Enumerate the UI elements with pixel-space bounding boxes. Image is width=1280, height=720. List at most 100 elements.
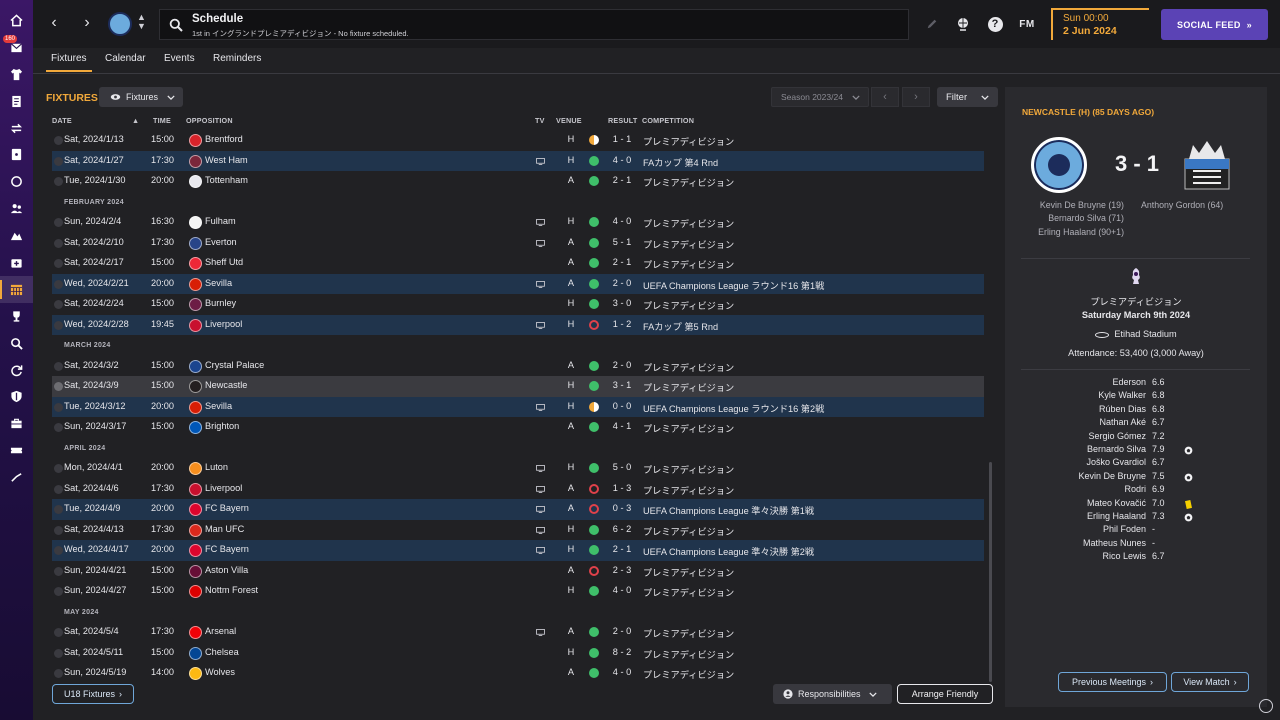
player-name[interactable]: Rúben Dias [1005, 404, 1146, 414]
fixture-row[interactable]: Sat, 2024/2/24 15:00 Burnley H 3 - 0 プレミアディビジ… [52, 294, 984, 315]
tactics-board-icon[interactable] [0, 141, 33, 168]
responsibilities-button[interactable]: Responsibilities [773, 684, 892, 704]
player-name[interactable]: Nathan Aké [1005, 417, 1146, 427]
player-name[interactable]: Kyle Walker [1005, 390, 1146, 400]
status-dot-icon[interactable] [54, 259, 63, 268]
fixture-competition[interactable]: プレミアディビジョン [643, 483, 734, 497]
club-switch-icon[interactable]: ▲ ▼ [137, 13, 146, 31]
fixture-score[interactable]: 2 - 0 [607, 626, 637, 636]
fixture-competition[interactable]: プレミアディビジョン [643, 380, 734, 394]
tab-calendar[interactable]: Calendar [105, 53, 146, 64]
opposition-link[interactable]: Tottenham [205, 175, 248, 185]
fixture-score[interactable]: 0 - 0 [607, 401, 637, 411]
fixture-competition[interactable]: UEFA Champions League 準々決勝 第1戦 [643, 503, 814, 517]
fixture-row[interactable]: Sat, 2024/4/13 17:30 Man UFC H 6 - 2 プレミアディビジ… [52, 520, 984, 541]
player-name[interactable]: Bernardo Silva [1005, 444, 1146, 454]
view-match-button[interactable]: View Match › [1171, 672, 1249, 692]
sort-arrow-icon[interactable]: ▲ [132, 116, 139, 125]
rating-row[interactable]: Rodri 6.9 [1005, 484, 1267, 497]
player-name[interactable]: Erling Haaland [1005, 511, 1146, 521]
fixture-score[interactable]: 8 - 2 [607, 647, 637, 657]
opposition-link[interactable]: Sevilla [205, 401, 232, 411]
community-icon[interactable] [954, 15, 972, 33]
fixture-row[interactable]: Wed, 2024/2/21 20:00 Sevilla A 2 - 0 UEFA Cha… [52, 273, 984, 294]
rating-row[interactable]: Sergio Gómez 7.2 [1005, 431, 1267, 444]
fm-logo-icon[interactable]: FM [1018, 15, 1036, 33]
refresh-icon[interactable] [0, 357, 33, 384]
fixture-score[interactable]: 2 - 0 [607, 278, 637, 288]
col-competition[interactable]: COMPETITION [642, 116, 694, 125]
col-time[interactable]: TIME [153, 116, 171, 125]
fixture-competition[interactable]: プレミアディビジョン [643, 298, 734, 312]
opposition-link[interactable]: FC Bayern [205, 503, 249, 513]
fixture-score[interactable]: 5 - 0 [607, 462, 637, 472]
opposition-link[interactable]: Newcastle [205, 380, 247, 390]
fixture-score[interactable]: 2 - 1 [607, 544, 637, 554]
col-date[interactable]: DATE [52, 116, 72, 125]
schedule-calendar-icon[interactable] [0, 275, 33, 303]
season-select[interactable]: Season 2023/24 [771, 87, 869, 107]
opposition-link[interactable]: Arsenal [205, 626, 236, 636]
arrange-friendly-button[interactable]: Arrange Friendly [897, 684, 993, 704]
fixture-competition[interactable]: プレミアディビジョン [643, 565, 734, 579]
opposition-link[interactable]: Aston Villa [205, 565, 248, 575]
rating-row[interactable]: Phil Foden - [1005, 524, 1267, 537]
opposition-link[interactable]: West Ham [205, 155, 248, 165]
rating-row[interactable]: Kevin De Bruyne 7.5 [1005, 471, 1267, 484]
scrollbar[interactable] [989, 462, 992, 682]
status-dot-icon[interactable] [54, 484, 63, 494]
status-dot-icon[interactable] [54, 648, 63, 658]
social-feed-button[interactable]: SOCIAL FEED » [1161, 9, 1268, 40]
player-name[interactable]: Joško Gvardiol [1005, 457, 1146, 467]
opposition-link[interactable]: Wolves [205, 667, 235, 677]
fixture-row[interactable]: Sun, 2024/4/27 15:00 Nottm Forest H 4 - 0 プレミ… [52, 581, 984, 602]
player-name[interactable]: Mateo Kovačić [1005, 498, 1146, 508]
rating-row[interactable]: Mateo Kovačić 7.0 [1005, 498, 1267, 511]
player-name[interactable]: Phil Foden [1005, 524, 1146, 534]
status-dot-icon[interactable] [54, 505, 63, 514]
fixture-score[interactable]: 3 - 1 [607, 380, 637, 390]
status-dot-icon[interactable] [54, 525, 63, 535]
away-team-crest[interactable] [1179, 139, 1235, 193]
fixture-score[interactable]: 4 - 0 [607, 155, 637, 165]
rating-row[interactable]: Erling Haaland 7.3 [1005, 511, 1267, 524]
fixtures-view-dropdown[interactable]: Fixtures [99, 87, 183, 107]
transfers-icon[interactable] [0, 115, 33, 142]
report-icon[interactable] [0, 88, 33, 115]
trophy-icon[interactable] [0, 303, 33, 330]
fixture-competition[interactable]: プレミアディビジョン [643, 667, 734, 681]
col-result[interactable]: RESULT [608, 116, 637, 125]
opposition-link[interactable]: Chelsea [205, 647, 239, 657]
fixture-row[interactable]: Sat, 2024/5/4 17:30 Arsenal A 2 - 0 プレミアディビジョ… [52, 622, 984, 643]
status-dot-icon[interactable] [54, 628, 63, 637]
fixture-score[interactable]: 3 - 0 [607, 298, 637, 308]
fixture-competition[interactable]: プレミアディビジョン [643, 216, 734, 230]
collapse-icon[interactable] [0, 464, 33, 491]
opposition-link[interactable]: Sheff Utd [205, 257, 243, 267]
fixture-competition[interactable]: UEFA Champions League ラウンド16 第2戦 [643, 401, 824, 415]
fixture-row[interactable]: Sun, 2024/5/19 14:00 Wolves A 4 - 0 プレミアディビジョ… [52, 663, 984, 684]
fixture-score[interactable]: 2 - 3 [607, 565, 637, 575]
club-crest-icon[interactable] [108, 12, 132, 36]
rating-row[interactable]: Bernardo Silva 7.9 [1005, 444, 1267, 457]
status-dot-icon[interactable] [54, 382, 63, 391]
status-dot-icon[interactable] [54, 136, 63, 145]
player-name[interactable]: Kevin De Bruyne [1005, 471, 1146, 481]
rating-row[interactable]: Kyle Walker 6.8 [1005, 390, 1267, 403]
fixture-competition[interactable]: FAカップ 第4 Rnd [643, 155, 718, 169]
finances-briefcase-icon[interactable] [0, 410, 33, 437]
tab-fixtures[interactable]: Fixtures [46, 53, 92, 72]
fixture-score[interactable]: 2 - 1 [607, 257, 637, 267]
fixture-score[interactable]: 6 - 2 [607, 524, 637, 534]
fixture-competition[interactable]: プレミアディビジョン [643, 134, 734, 148]
status-dot-icon[interactable] [54, 464, 63, 473]
ticket-icon[interactable] [0, 437, 33, 464]
fixture-competition[interactable]: プレミアディビジョン [643, 585, 734, 599]
rating-row[interactable]: Rico Lewis 6.7 [1005, 551, 1267, 564]
fixture-score[interactable]: 5 - 1 [607, 237, 637, 247]
inbox-icon[interactable]: 160 [0, 34, 33, 61]
opposition-link[interactable]: Man UFC [205, 524, 244, 534]
fixture-row[interactable]: Sun, 2024/3/17 15:00 Brighton A 4 - 1 プレミアディビ… [52, 417, 984, 438]
status-dot-icon[interactable] [54, 177, 63, 186]
fixture-score[interactable]: 4 - 1 [607, 421, 637, 431]
